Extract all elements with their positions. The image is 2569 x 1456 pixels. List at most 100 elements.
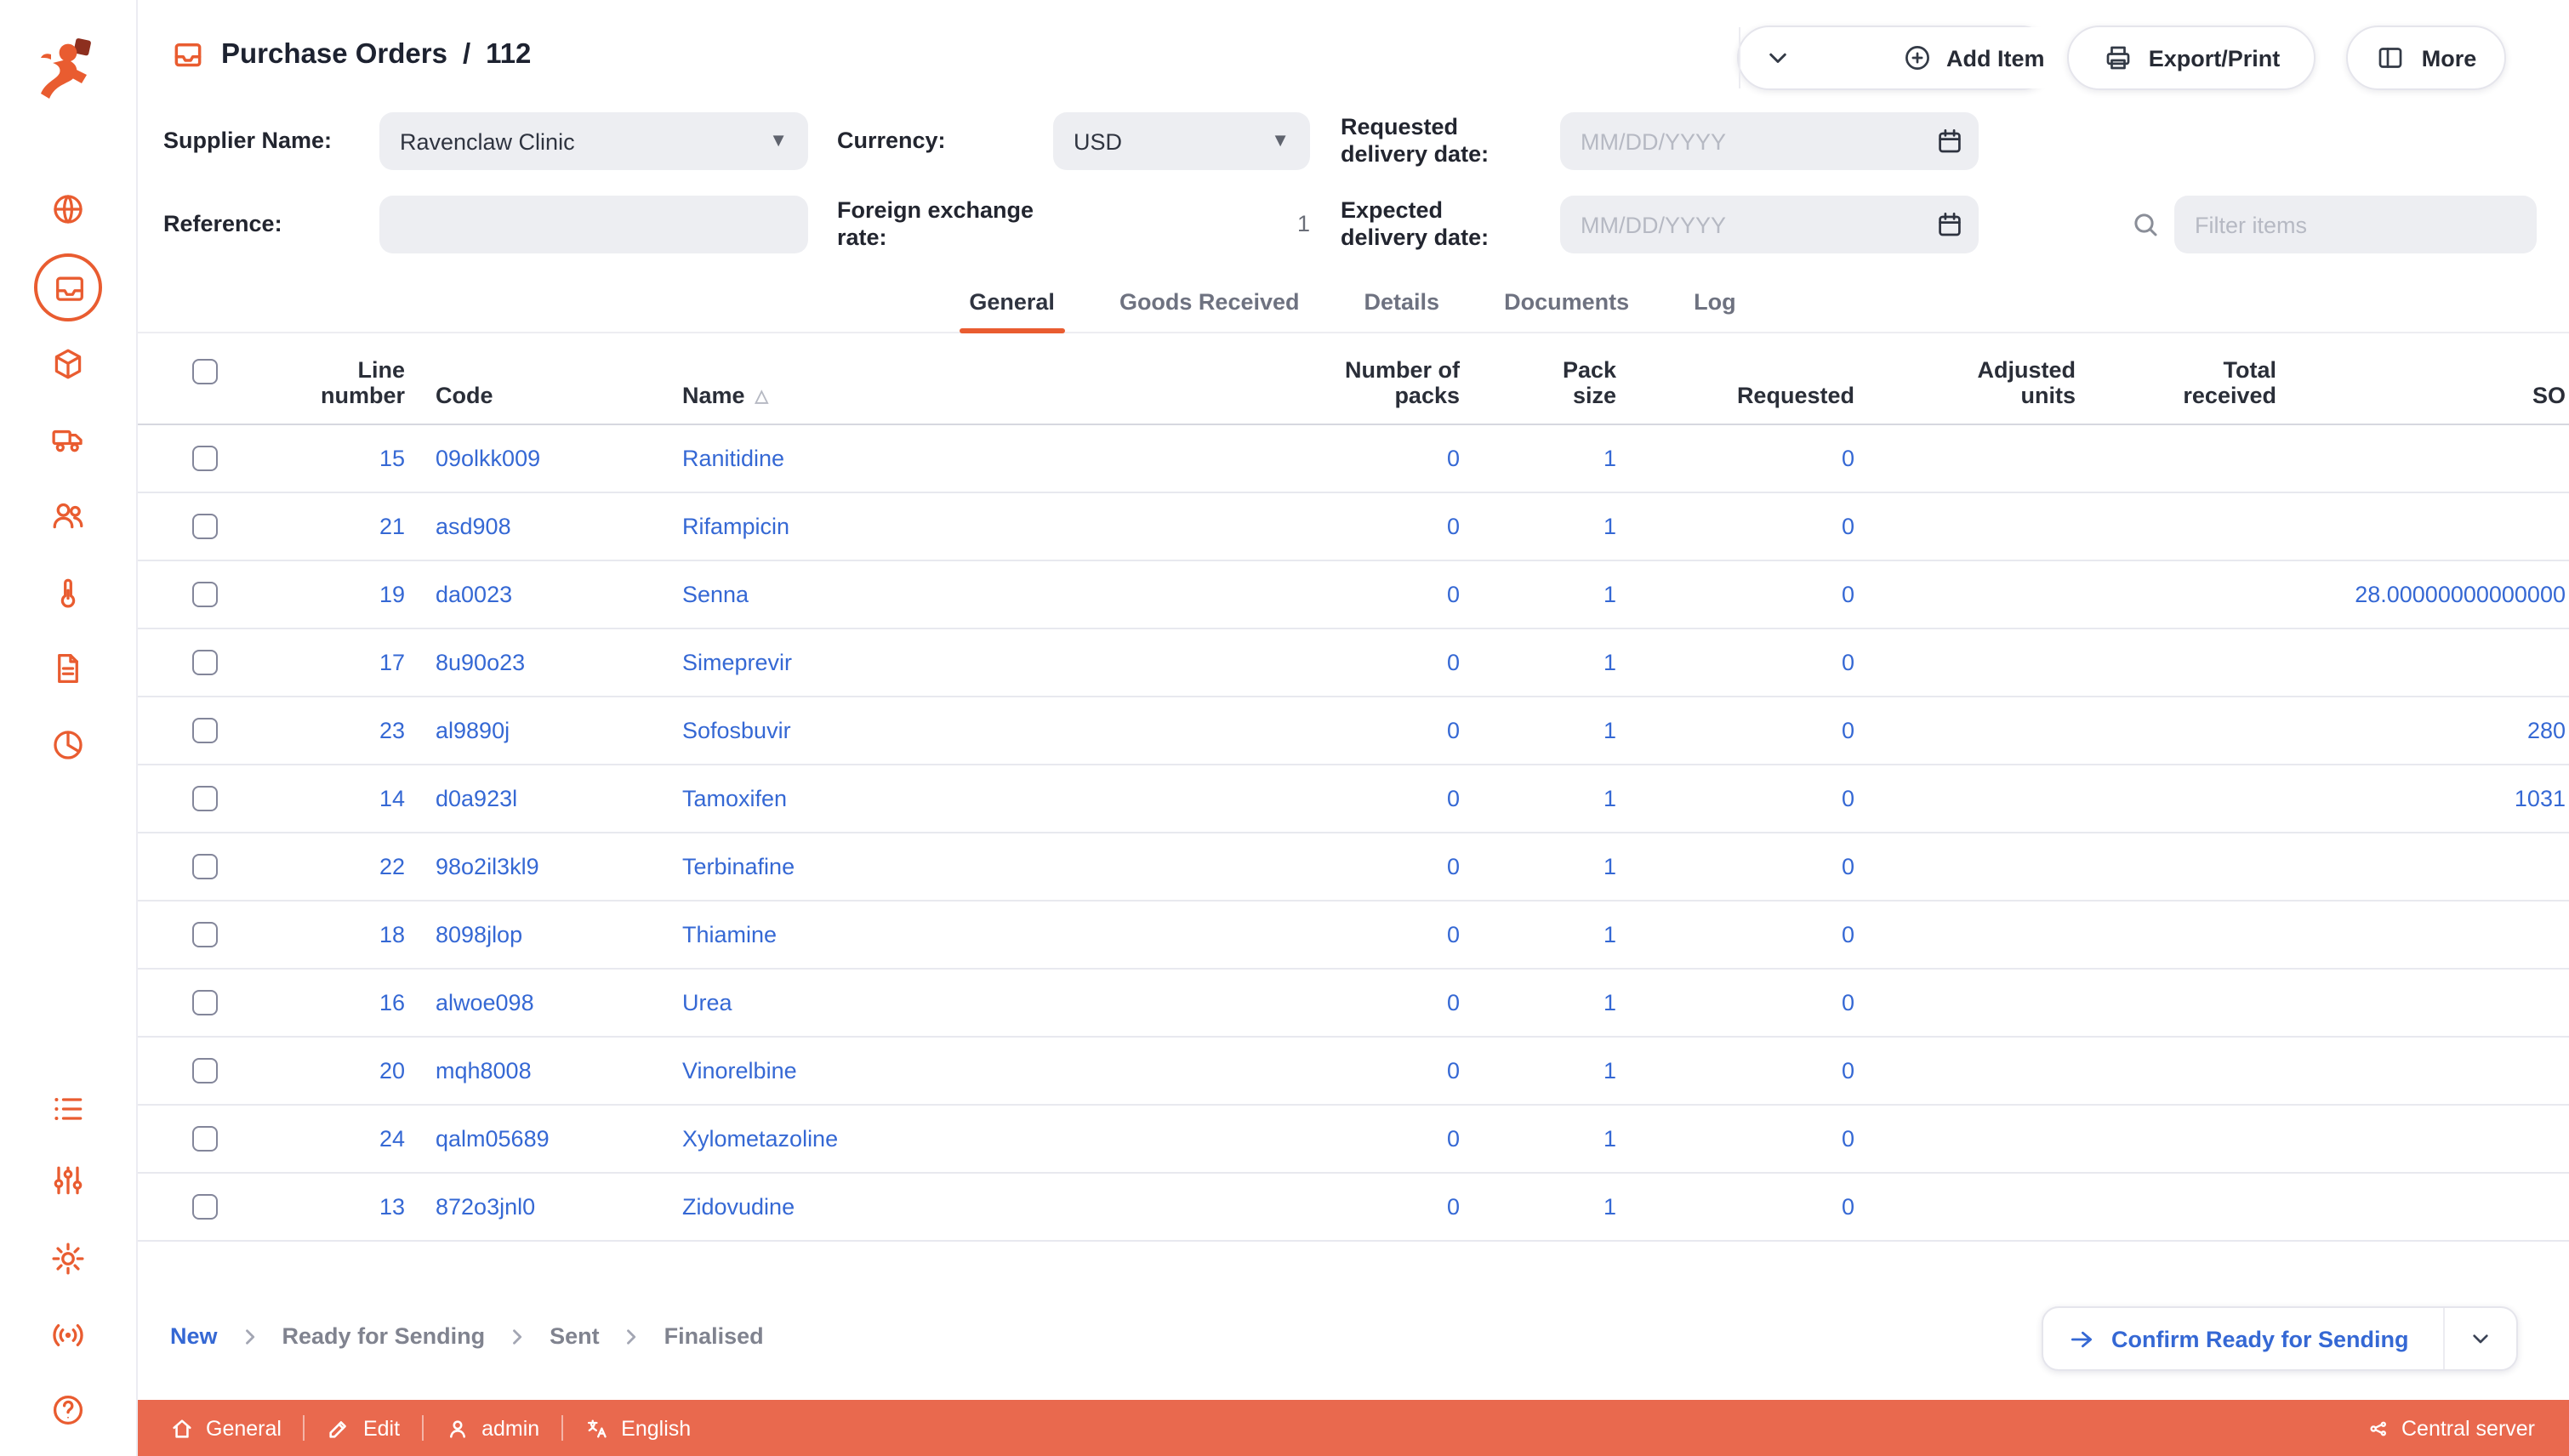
globe-icon[interactable] [49, 191, 87, 228]
cell-requested[interactable]: 0 [1620, 1106, 1858, 1172]
cell-name[interactable]: Xylometazoline [655, 1106, 1182, 1172]
settings-gear-icon[interactable] [49, 1240, 87, 1277]
header-requested[interactable]: Requested [1620, 333, 1858, 424]
cell-code[interactable]: qalm05689 [408, 1106, 655, 1172]
header-number-of-packs[interactable]: Number of packs [1182, 333, 1463, 424]
cell-so[interactable] [2280, 629, 2569, 696]
currency-select[interactable]: USD ▼ [1053, 112, 1310, 170]
truck-icon[interactable] [49, 420, 87, 458]
sort-asc-icon[interactable]: △ [755, 388, 768, 408]
table-row[interactable]: 19da0023Senna01028.00000000000000 [136, 561, 2569, 629]
cell-requested[interactable]: 0 [1620, 697, 1858, 764]
help-icon[interactable] [49, 1391, 87, 1429]
broadcast-icon[interactable] [49, 1317, 87, 1354]
table-row[interactable]: 20mqh8008Vinorelbine010 [136, 1038, 2569, 1106]
cell-name[interactable]: Simeprevir [655, 629, 1182, 696]
cell-pack-size[interactable]: 1 [1463, 629, 1620, 696]
cell-requested[interactable]: 0 [1620, 970, 1858, 1036]
table-row[interactable]: 24qalm05689Xylometazoline010 [136, 1106, 2569, 1174]
cell-line-number[interactable]: 18 [238, 901, 408, 968]
cell-name[interactable]: Vinorelbine [655, 1038, 1182, 1104]
table-row[interactable]: 188098jlopThiamine010 [136, 901, 2569, 970]
cell-pack-size[interactable]: 1 [1463, 833, 1620, 900]
cell-line-number[interactable]: 17 [238, 629, 408, 696]
header-pack-size[interactable]: Pack size [1463, 333, 1620, 424]
cell-number-of-packs[interactable]: 0 [1182, 901, 1463, 968]
cell-requested[interactable]: 0 [1620, 493, 1858, 560]
table-row[interactable]: 1509olkk009Ranitidine010 [136, 425, 2569, 493]
thermometer-icon[interactable] [49, 575, 87, 612]
document-icon[interactable] [49, 650, 87, 687]
cell-name[interactable]: Terbinafine [655, 833, 1182, 900]
step-new[interactable]: New [170, 1323, 218, 1349]
row-checkbox[interactable] [191, 718, 217, 743]
footer-language[interactable]: English [585, 1416, 691, 1440]
inbox-icon[interactable] [51, 270, 88, 308]
requested-delivery-date-input[interactable] [1560, 112, 1979, 170]
cell-so[interactable] [2280, 493, 2569, 560]
tab-documents[interactable]: Documents [1484, 276, 1649, 332]
cell-code[interactable]: da0023 [408, 561, 655, 628]
table-row[interactable]: 16alwoe098Urea010 [136, 970, 2569, 1038]
header-code[interactable]: Code [408, 333, 655, 424]
cell-requested[interactable]: 0 [1620, 765, 1858, 832]
row-checkbox[interactable] [191, 514, 217, 539]
row-checkbox[interactable] [191, 446, 217, 471]
cell-code[interactable]: alwoe098 [408, 970, 655, 1036]
header-name[interactable]: Name△ [655, 333, 1182, 424]
step-finalised[interactable]: Finalised [664, 1323, 764, 1349]
cell-code[interactable]: 09olkk009 [408, 425, 655, 492]
tab-log[interactable]: Log [1673, 276, 1757, 332]
cell-number-of-packs[interactable]: 0 [1182, 697, 1463, 764]
cell-requested[interactable]: 0 [1620, 629, 1858, 696]
cell-code[interactable]: 98o2il3kl9 [408, 833, 655, 900]
add-item-dropdown-toggle[interactable] [1739, 27, 1815, 88]
footer-store-general[interactable]: General [170, 1416, 282, 1440]
cell-line-number[interactable]: 13 [238, 1174, 408, 1240]
cell-pack-size[interactable]: 1 [1463, 697, 1620, 764]
cell-number-of-packs[interactable]: 0 [1182, 629, 1463, 696]
cell-pack-size[interactable]: 1 [1463, 970, 1620, 1036]
cell-number-of-packs[interactable]: 0 [1182, 1038, 1463, 1104]
cell-so[interactable] [2280, 901, 2569, 968]
cell-code[interactable]: 8098jlop [408, 901, 655, 968]
table-row[interactable]: 13872o3jnl0Zidovudine010 [136, 1174, 2569, 1242]
supplier-name-select[interactable]: Ravenclaw Clinic ▼ [379, 112, 808, 170]
cell-requested[interactable]: 0 [1620, 561, 1858, 628]
step-sent[interactable]: Sent [550, 1323, 600, 1349]
export-print-button[interactable]: Export/Print [2067, 26, 2316, 90]
people-icon[interactable] [49, 497, 87, 534]
header-so[interactable]: SO [2280, 333, 2569, 424]
sidebar-item-inbox-active[interactable] [34, 253, 102, 321]
cell-code[interactable]: al9890j [408, 697, 655, 764]
tab-goods-received[interactable]: Goods Received [1099, 276, 1320, 332]
reference-input[interactable] [379, 196, 808, 253]
cell-name[interactable]: Sofosbuvir [655, 697, 1182, 764]
cell-code[interactable]: asd908 [408, 493, 655, 560]
cell-number-of-packs[interactable]: 0 [1182, 493, 1463, 560]
cell-number-of-packs[interactable]: 0 [1182, 833, 1463, 900]
cell-so[interactable] [2280, 1038, 2569, 1104]
row-checkbox[interactable] [191, 854, 217, 879]
calendar-icon[interactable] [1934, 126, 1965, 156]
list-icon[interactable] [49, 1090, 87, 1128]
cell-name[interactable]: Zidovudine [655, 1174, 1182, 1240]
cell-so[interactable]: 28.00000000000000 [2280, 561, 2569, 628]
cell-pack-size[interactable]: 1 [1463, 765, 1620, 832]
cell-so[interactable] [2280, 1174, 2569, 1240]
cell-so[interactable]: 1031 [2280, 765, 2569, 832]
cell-requested[interactable]: 0 [1620, 1038, 1858, 1104]
footer-user[interactable]: admin [446, 1416, 539, 1440]
cell-so[interactable] [2280, 970, 2569, 1036]
cell-line-number[interactable]: 22 [238, 833, 408, 900]
cell-number-of-packs[interactable]: 0 [1182, 425, 1463, 492]
table-row[interactable]: 178u90o23Simeprevir010 [136, 629, 2569, 697]
cell-name[interactable]: Ranitidine [655, 425, 1182, 492]
row-checkbox[interactable] [191, 786, 217, 811]
cell-number-of-packs[interactable]: 0 [1182, 1174, 1463, 1240]
cell-line-number[interactable]: 20 [238, 1038, 408, 1104]
filter-items-input[interactable] [2174, 196, 2537, 253]
table-row[interactable]: 21asd908Rifampicin010 [136, 493, 2569, 561]
cell-number-of-packs[interactable]: 0 [1182, 1106, 1463, 1172]
cell-line-number[interactable]: 24 [238, 1106, 408, 1172]
